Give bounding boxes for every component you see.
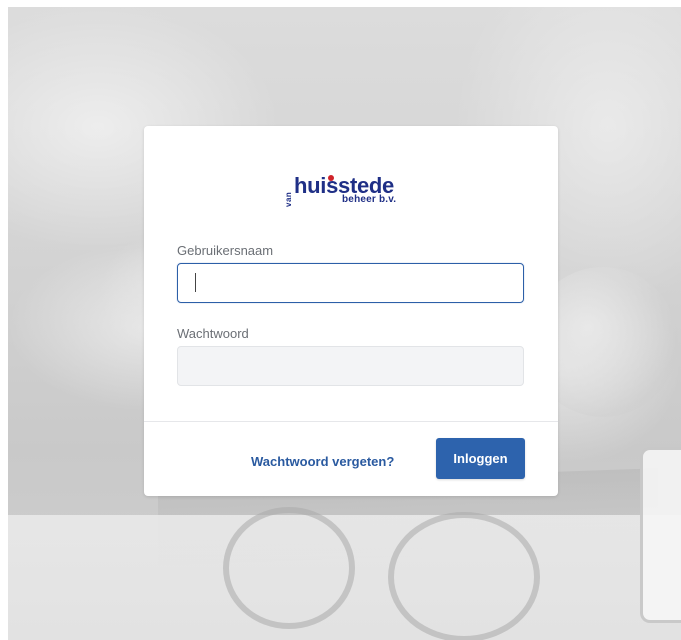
logo-prefix: van bbox=[284, 191, 293, 207]
login-button[interactable]: Inloggen bbox=[436, 438, 525, 479]
password-label: Wachtwoord bbox=[177, 326, 249, 341]
logo-subtitle: beheer b.v. bbox=[342, 194, 397, 205]
background-phone bbox=[640, 447, 681, 623]
username-input[interactable] bbox=[177, 263, 524, 303]
background-glasses-lens-right bbox=[388, 512, 540, 640]
text-caret bbox=[195, 273, 196, 292]
forgot-password-link[interactable]: Wachtwoord vergeten? bbox=[251, 454, 394, 469]
login-page: van huisstede beheer b.v. Gebruikersnaam… bbox=[0, 0, 681, 640]
background-glasses-lens-left bbox=[223, 507, 355, 629]
card-divider bbox=[144, 421, 558, 422]
login-card: van huisstede beheer b.v. Gebruikersnaam… bbox=[144, 126, 558, 496]
password-input[interactable] bbox=[177, 346, 524, 386]
username-label: Gebruikersnaam bbox=[177, 243, 274, 258]
company-logo: van huisstede beheer b.v. bbox=[284, 174, 424, 210]
logo-dot-icon bbox=[328, 175, 334, 181]
